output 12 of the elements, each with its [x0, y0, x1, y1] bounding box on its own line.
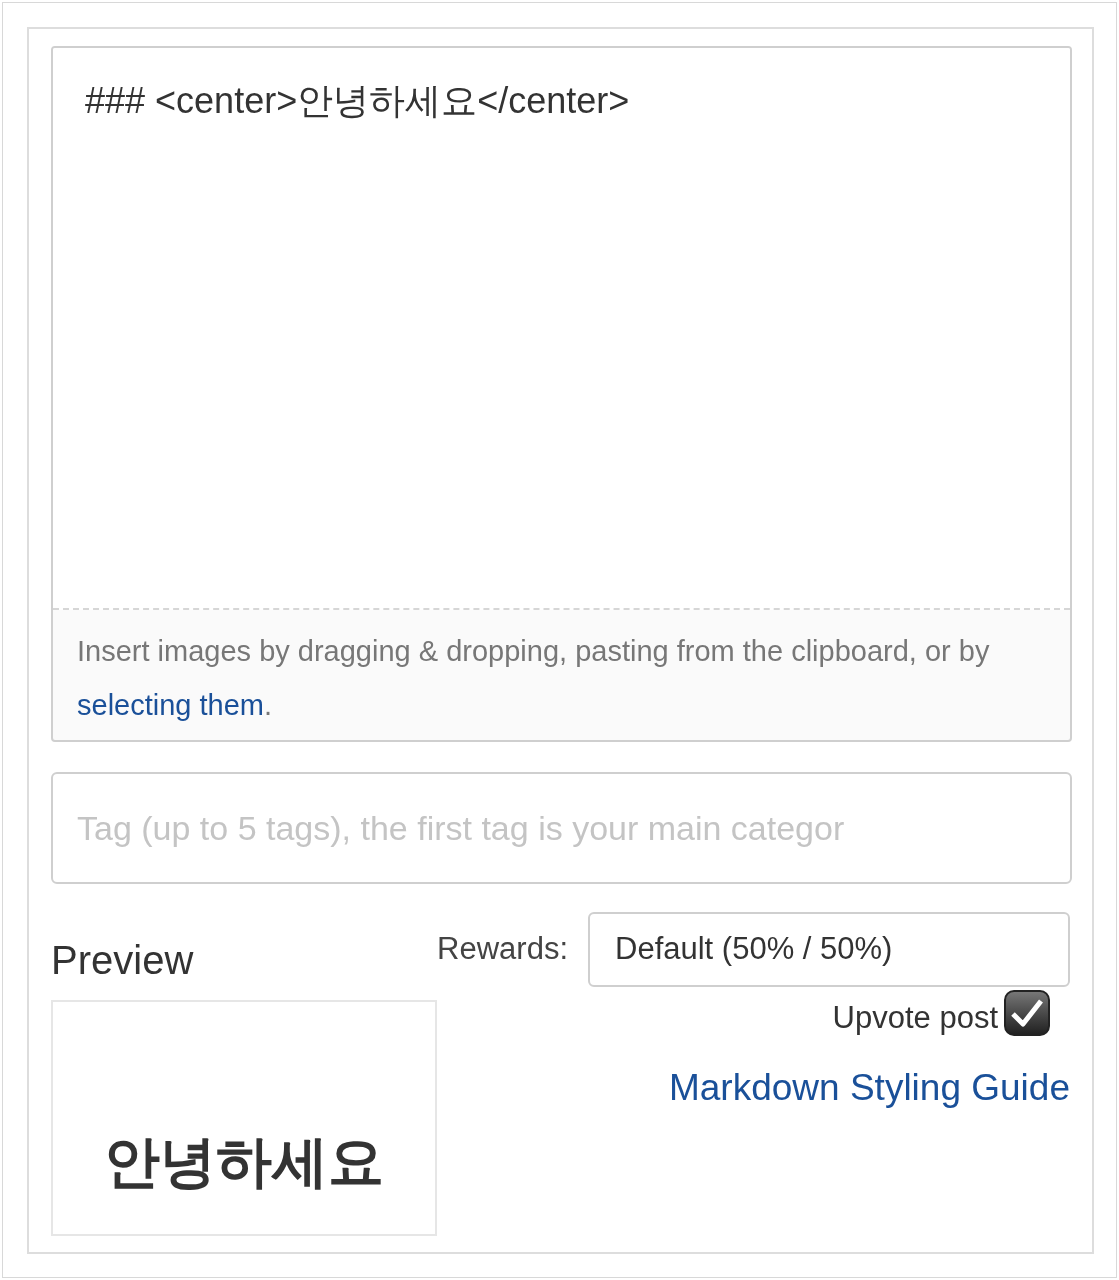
checkmark-icon: [1010, 998, 1044, 1029]
preview-title: Preview: [51, 937, 195, 984]
upvote-label: Upvote post: [832, 999, 998, 1037]
image-upload-hint: Insert images by dragging & dropping, pasting from the clipboard, or by selecting them.: [77, 634, 991, 723]
select-images-link[interactable]: selecting them: [77, 689, 264, 721]
preview-heading: 안녕하세요: [104, 1134, 384, 1190]
upvote-checkbox[interactable]: [1004, 990, 1050, 1037]
markdown-guide-link[interactable]: Markdown Styling Guide: [668, 1059, 1070, 1115]
tag-input[interactable]: Tag (up to 5 tags), the first tag is your main categor: [51, 772, 1072, 884]
rewards-label: Rewards:: [437, 930, 568, 969]
rewards-select[interactable]: Default (50% / 50%): [588, 912, 1070, 987]
markdown-editor[interactable]: ### <center>안녕하세요</center>: [53, 48, 1070, 610]
